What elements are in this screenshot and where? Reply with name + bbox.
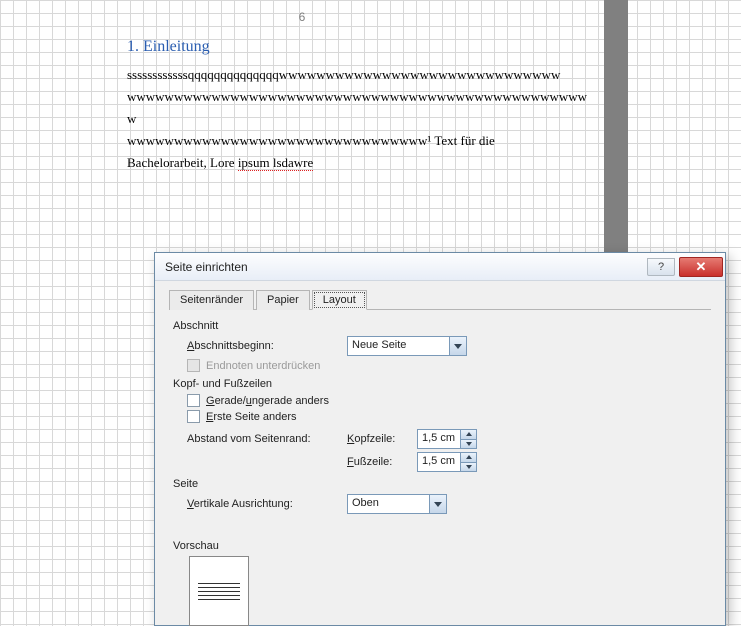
tab-layout[interactable]: Layout <box>312 290 367 310</box>
spinner-icon[interactable] <box>460 453 476 471</box>
page-number: 6 <box>0 10 604 24</box>
suppress-endnotes-checkbox <box>187 359 200 372</box>
page-setup-dialog: Seite einrichten ? ✕ Seitenränder Papier… <box>154 252 726 626</box>
section-start-label: Abschnittsbeginn: <box>187 340 347 352</box>
body-line[interactable]: ssssssssssssqqqqqqqqqqqqqqwwwwwwwwwwwwww… <box>127 64 595 86</box>
group-header-footer: Kopf- und Fußzeilen <box>173 378 711 390</box>
close-button[interactable]: ✕ <box>679 257 723 277</box>
dialog-title: Seite einrichten <box>165 260 248 274</box>
footer-label: Fußzeile: <box>347 456 417 468</box>
odd-even-label: Gerade/ungerade anders <box>206 395 329 407</box>
group-preview: Vorschau <box>173 540 711 552</box>
spinner-icon[interactable] <box>460 430 476 448</box>
tab-margins[interactable]: Seitenränder <box>169 290 254 310</box>
header-distance-input[interactable]: 1,5 cm <box>417 429 477 449</box>
footer-distance-input[interactable]: 1,5 cm <box>417 452 477 472</box>
help-button[interactable]: ? <box>647 258 675 276</box>
preview-thumbnail <box>189 556 249 626</box>
first-page-checkbox[interactable] <box>187 410 200 423</box>
chevron-down-icon[interactable] <box>429 495 446 513</box>
dialog-titlebar[interactable]: Seite einrichten ? ✕ <box>155 253 725 281</box>
chevron-down-icon[interactable] <box>449 337 466 355</box>
margin-label: Abstand vom Seitenrand: <box>187 433 347 445</box>
group-section: Abschnitt <box>173 320 711 332</box>
heading-1[interactable]: 1. Einleitung <box>127 36 595 58</box>
spellcheck-error[interactable]: ipsum lsdawre <box>238 155 313 171</box>
header-label: Kopfzeile: <box>347 433 417 445</box>
tab-paper[interactable]: Papier <box>256 290 310 310</box>
tab-strip: Seitenränder Papier Layout <box>169 289 711 310</box>
group-page: Seite <box>173 478 711 490</box>
odd-even-checkbox[interactable] <box>187 394 200 407</box>
body-line[interactable]: Bachelorarbeit, Lore ipsum lsdawre <box>127 152 595 174</box>
valign-label: Vertikale Ausrichtung: <box>187 498 347 510</box>
body-line[interactable]: wwwwwwwwwwwwwwwwwwwwwwwwwwwwwwwwwwwwwwww… <box>127 86 595 130</box>
first-page-label: Erste Seite anders <box>206 411 297 423</box>
body-line[interactable]: wwwwwwwwwwwwwwwwwwwwwwwwwwwwwwww¹ Text f… <box>127 130 595 152</box>
document-body: 1. Einleitung ssssssssssssqqqqqqqqqqqqqq… <box>127 36 595 174</box>
vertical-align-combo[interactable]: Oben <box>347 494 447 514</box>
section-start-combo[interactable]: Neue Seite <box>347 336 467 356</box>
suppress-endnotes-label: Endnoten unterdrücken <box>206 360 320 372</box>
